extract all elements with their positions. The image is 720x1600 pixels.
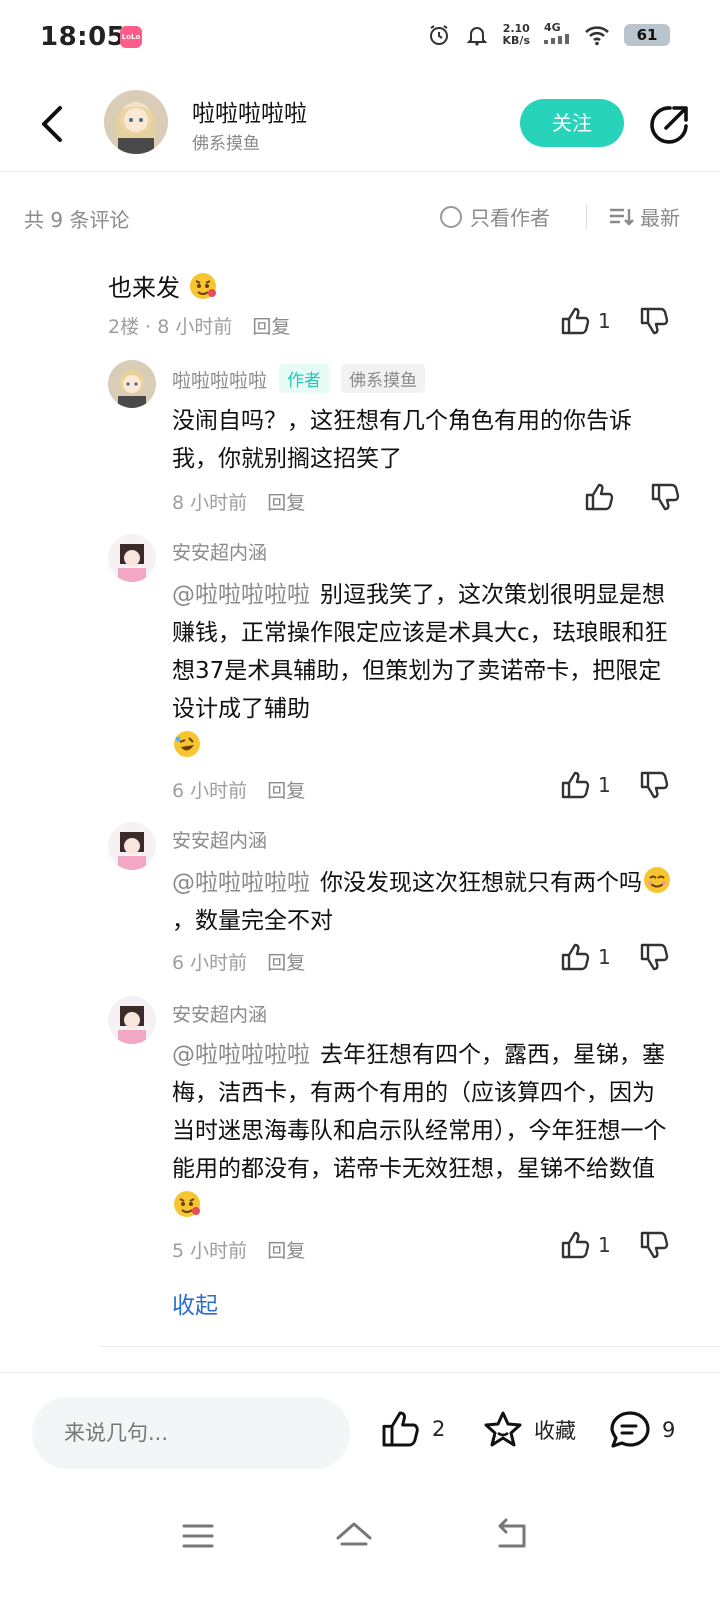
sort-toggle[interactable]: 最新	[608, 202, 680, 231]
divider	[586, 204, 587, 230]
mention-link[interactable]: @啦啦啦啦啦	[172, 870, 310, 896]
alarm-icon	[429, 24, 448, 45]
reply-avatar[interactable]	[108, 822, 156, 870]
reply-text: @啦啦啦啦啦 去年狂想有四个，露西，星锑，塞梅，洁西卡，有两个有用的（应该算四个，…	[172, 1036, 672, 1226]
author-tag: 作者	[279, 364, 330, 393]
reply-author-name[interactable]: 安安超内涵	[172, 1000, 267, 1027]
mention-link[interactable]: @啦啦啦啦啦	[172, 1042, 310, 1068]
emoji-icon	[189, 273, 216, 299]
system-nav-bar	[0, 1488, 720, 1600]
reply-text: 没闹自吗？，这狂想有几个角色有用的你告诉我，你就别搁这招笑了	[172, 408, 632, 472]
thumbs-up-icon	[561, 943, 590, 971]
thumbs-up-icon	[382, 1411, 419, 1447]
reply-meta: 5 小时前 回复	[172, 1236, 305, 1263]
thumbs-down-icon[interactable]	[639, 1230, 669, 1260]
collapse-replies-button[interactable]: 收起	[172, 1286, 218, 1320]
battery-indicator: 61	[624, 23, 670, 46]
reply-text: @啦啦啦啦啦 你没发现这次狂想就只有两个吗，数量完全不对	[172, 864, 672, 940]
star-icon	[484, 1411, 522, 1447]
thumbs-up-icon	[585, 483, 614, 511]
post-header: 啦啦啦啦啦 佛系摸鱼 关注	[0, 76, 720, 172]
reply-meta: 6 小时前 回复	[172, 948, 305, 975]
reply-avatar[interactable]	[108, 360, 156, 408]
status-time: 18:05	[40, 22, 126, 52]
app-notification-icon: LoLo	[120, 26, 142, 48]
floor-label: 2楼	[108, 316, 140, 338]
reply-button[interactable]: 回复	[267, 1240, 305, 1262]
home-icon[interactable]	[332, 1514, 376, 1558]
like-button[interactable]	[584, 482, 622, 512]
favorite-button[interactable]: 收藏	[482, 1409, 576, 1451]
thumbs-down-icon[interactable]	[650, 482, 680, 512]
reply-author-name[interactable]: 安安超内涵	[172, 538, 267, 565]
network-type: 4G	[544, 22, 570, 47]
thumbs-down-icon[interactable]	[639, 306, 669, 336]
back-arrow-icon[interactable]	[34, 102, 74, 146]
reply-actions: 1	[560, 1230, 669, 1260]
comment-summary-bar: 共 9 条评论 只看作者 最新	[0, 172, 720, 268]
reply-actions: 1	[560, 942, 669, 972]
reply-button[interactable]: 回复	[267, 780, 305, 802]
wifi-icon	[585, 25, 609, 45]
comment-time: 8 小时前	[157, 316, 233, 338]
reply-author-name[interactable]: 安安超内涵	[172, 826, 267, 853]
reply-actions: 1	[560, 770, 669, 800]
reply-text: @啦啦啦啦啦 别逗我笑了，这次策划很明显是想赚钱，正常操作限定应该是术具大c，珐琅…	[172, 576, 672, 766]
emoji-icon	[174, 1191, 200, 1217]
comment-input[interactable]: 来说几句...	[32, 1397, 350, 1469]
main-comment-actions: 1	[560, 306, 669, 336]
thumbs-up-icon	[561, 1231, 590, 1259]
network-speed: 2.10 KB/s	[502, 21, 530, 47]
reply-meta: 6 小时前 回复	[172, 776, 305, 803]
bottom-action-bar: 来说几句... 2 收藏 9	[0, 1372, 720, 1488]
author-only-toggle[interactable]: 只看作者	[440, 202, 550, 231]
comment-time: 5 小时前	[172, 1240, 248, 1262]
status-bar: 18:05 LoLo 2.10 KB/s 4G 61	[0, 0, 720, 76]
comment-time: 6 小时前	[172, 780, 248, 802]
status-icons: 2.10 KB/s 4G 61	[427, 22, 670, 47]
share-icon[interactable]	[646, 102, 692, 148]
thumbs-up-icon	[561, 771, 590, 799]
reply-avatar[interactable]	[108, 534, 156, 582]
reply-button[interactable]: 回复	[252, 316, 290, 338]
main-comment-text: 也来发	[108, 268, 218, 303]
like-button[interactable]: 1	[560, 942, 611, 972]
like-button[interactable]: 1	[560, 1230, 611, 1260]
notification-bell-icon	[466, 26, 487, 46]
author-avatar[interactable]	[104, 90, 168, 154]
reply-avatar[interactable]	[108, 996, 156, 1044]
rolling-laughing-emoji-icon	[174, 731, 200, 757]
thumbs-down-icon[interactable]	[639, 770, 669, 800]
post-like-button[interactable]: 2	[380, 1409, 445, 1449]
title-tag: 佛系摸鱼	[341, 364, 426, 393]
comment-time: 8 小时前	[172, 492, 248, 514]
thumbs-up-icon	[561, 307, 590, 335]
follow-button[interactable]: 关注	[520, 99, 624, 147]
signal-icon	[544, 34, 569, 44]
reply-actions	[584, 482, 680, 512]
smiling-emoji-icon	[644, 867, 670, 893]
author-name[interactable]: 啦啦啦啦啦	[192, 94, 307, 128]
comment-time: 6 小时前	[172, 952, 248, 974]
comments-button[interactable]: 9	[608, 1409, 675, 1451]
sort-icon	[610, 208, 634, 226]
reply-button[interactable]: 回复	[267, 952, 305, 974]
thumbs-down-icon[interactable]	[639, 942, 669, 972]
comment-bubble-icon	[610, 1411, 650, 1448]
reply-author-name[interactable]: 啦啦啦啦啦 作者 佛系摸鱼	[172, 364, 426, 393]
author-title: 佛系摸鱼	[192, 134, 260, 154]
like-button[interactable]: 1	[560, 306, 611, 336]
radio-circle-icon	[440, 205, 462, 228]
back-icon[interactable]	[490, 1514, 534, 1558]
main-comment-meta: 2楼 · 8 小时前 回复	[108, 316, 291, 338]
mention-link[interactable]: @啦啦啦啦啦	[172, 582, 310, 608]
comment-count: 共 9 条评论	[24, 208, 130, 232]
divider	[100, 1346, 720, 1347]
reply-meta: 8 小时前 回复	[172, 488, 305, 515]
reply-button[interactable]: 回复	[267, 492, 305, 514]
menu-icon[interactable]	[176, 1514, 220, 1558]
like-button[interactable]: 1	[560, 770, 611, 800]
